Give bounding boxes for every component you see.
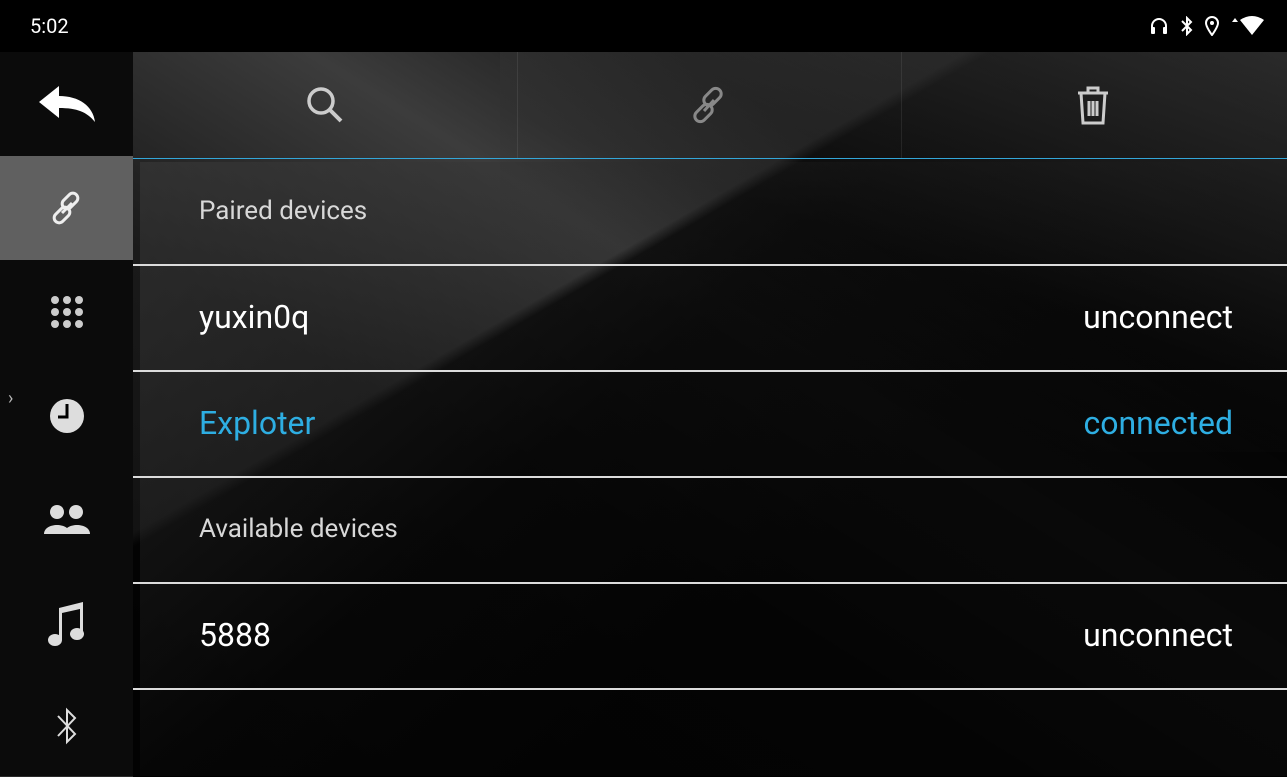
sidebar-item-recent[interactable]: › [0,364,133,469]
bluetooth-icon [56,707,76,745]
trash-icon [1078,86,1108,125]
sidebar-item-contacts[interactable] [0,468,133,573]
sidebar-item-pair[interactable] [0,156,133,261]
status-bar: 5:02 [0,0,1287,52]
delete-button[interactable] [901,52,1285,158]
dialpad-icon [50,296,83,328]
contacts-icon [43,505,90,534]
section-label: Available devices [199,514,398,544]
device-status: connected [1083,404,1233,442]
available-devices-header: Available devices [133,476,1287,584]
sidebar-item-back[interactable] [0,52,133,157]
status-icons [1149,14,1265,38]
clock-icon [49,399,84,433]
search-button[interactable] [133,52,518,158]
link-icon [52,191,79,225]
device-row-yuxin0q[interactable]: yuxin0q unconnect [133,264,1287,372]
search-icon [307,87,343,123]
link-icon [693,86,723,124]
location-icon [1205,16,1219,36]
paired-devices-header: Paired devices [133,158,1287,266]
device-status: unconnect [1083,298,1233,336]
device-name: Exploter [199,404,316,442]
sidebar-item-music[interactable] [0,572,133,677]
music-icon [47,602,84,646]
device-status: unconnect [1083,616,1233,654]
bluetooth-icon [1181,16,1193,36]
chevron-right-icon: › [8,388,14,409]
status-time: 5:02 [30,14,69,38]
sidebar: › [0,52,133,777]
headphones-icon [1151,18,1167,34]
device-name: 5888 [199,616,271,654]
section-label: Paired devices [199,196,368,226]
sidebar-item-dialpad[interactable] [0,260,133,365]
toolbar [133,52,1287,159]
wifi-icon [1232,16,1264,35]
device-name: yuxin0q [199,298,310,336]
back-arrow-icon [38,86,95,122]
device-row-5888[interactable]: 5888 unconnect [133,582,1287,690]
connect-button[interactable] [517,52,902,158]
sidebar-item-bluetooth[interactable] [0,676,133,777]
device-row-exploter[interactable]: Exploter connected [133,370,1287,478]
